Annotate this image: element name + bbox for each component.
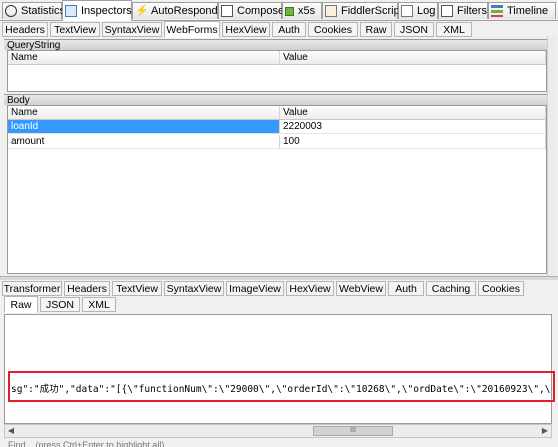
tab-autoresponder[interactable]: ⚡ AutoResponder	[132, 2, 227, 19]
stopwatch-icon	[5, 5, 17, 17]
script-icon	[325, 5, 337, 17]
tab-label: Composer	[237, 5, 288, 17]
column-header-name[interactable]: Name	[8, 106, 280, 120]
checkbox-icon	[441, 5, 453, 17]
timeline-icon	[491, 5, 503, 17]
tab-response-textview[interactable]: TextView	[112, 281, 162, 296]
tab-label: x5s	[298, 5, 316, 17]
inspector-top-tabs: Statistics Inspectors ⚡ AutoResponder Co…	[0, 0, 558, 21]
tab-request-webforms[interactable]: WebForms	[164, 21, 220, 38]
scroll-right-icon[interactable]: ▶	[539, 425, 551, 437]
tab-response-caching[interactable]: Caching	[426, 281, 476, 296]
tab-fiddlerscript[interactable]: FiddlerScript	[322, 2, 403, 19]
tab-label: Statistics	[21, 5, 66, 17]
tab-label: Log	[417, 5, 436, 17]
scroll-left-icon[interactable]: ◀	[5, 425, 17, 437]
tab-label: AutoResponder	[151, 5, 228, 17]
tab-composer[interactable]: Composer	[218, 2, 288, 19]
tab-response-imageview[interactable]: ImageView	[226, 281, 284, 296]
tab-log[interactable]: Log	[398, 2, 438, 19]
scroll-thumb[interactable]: III	[313, 426, 393, 436]
tab-x5s[interactable]: x5s	[282, 2, 322, 19]
quickfind-status: Find... (press Ctrl+Enter to highlight a…	[8, 440, 165, 447]
tab-response-xml[interactable]: XML	[82, 297, 116, 312]
tab-label: FiddlerScript	[341, 5, 403, 17]
table-cell-value[interactable]: 2220003	[280, 120, 546, 134]
tab-label: Timeline	[507, 5, 549, 17]
tab-label: Inspectors	[81, 5, 132, 17]
tab-request-syntaxview[interactable]: SyntaxView	[102, 22, 162, 37]
querystring-grid[interactable]: Name Value	[7, 50, 547, 92]
lightning-icon: ⚡	[135, 5, 149, 17]
tab-request-xml[interactable]: XML	[436, 22, 472, 37]
querystring-header: QueryString	[4, 39, 550, 51]
response-view-tabs-row2: Raw JSON XML	[0, 296, 558, 313]
tab-request-json[interactable]: JSON	[394, 22, 434, 37]
tab-response-hexview[interactable]: HexView	[286, 281, 334, 296]
pencil-icon	[221, 5, 233, 17]
table-cell-name[interactable]: loanId	[8, 120, 280, 134]
table-cell-name[interactable]: amount	[8, 135, 280, 149]
tab-request-auth[interactable]: Auth	[272, 22, 306, 37]
tab-response-syntaxview[interactable]: SyntaxView	[164, 281, 224, 296]
tab-response-transformer[interactable]: Transformer	[2, 281, 62, 296]
response-raw-body[interactable]: sg":"成功","data":"[{\"functionNum\":\"290…	[4, 314, 555, 424]
inspect-icon	[65, 5, 77, 17]
column-header-value[interactable]: Value	[280, 51, 546, 65]
horizontal-scrollbar[interactable]: ◀ III ▶	[4, 424, 552, 438]
column-header-name[interactable]: Name	[8, 51, 280, 65]
tab-statistics[interactable]: Statistics	[2, 2, 66, 19]
request-view-tabs: Headers TextView SyntaxView WebForms Hex…	[0, 21, 558, 38]
body-grid[interactable]: Name Value loanId 2220003 amount 100	[7, 105, 547, 274]
tab-request-textview[interactable]: TextView	[50, 22, 100, 37]
body-header: Body	[4, 94, 550, 106]
tab-request-headers[interactable]: Headers	[2, 22, 48, 37]
response-text[interactable]: sg":"成功","data":"[{\"functionNum\":\"290…	[11, 381, 551, 395]
tab-inspectors[interactable]: Inspectors	[62, 0, 132, 21]
response-view-tabs: Transformer Headers TextView SyntaxView …	[0, 280, 558, 297]
log-icon	[401, 5, 413, 17]
tab-filters[interactable]: Filters	[438, 2, 488, 19]
tab-response-cookies[interactable]: Cookies	[478, 281, 524, 296]
vertical-scrollbar[interactable]	[547, 36, 557, 276]
table-cell-value[interactable]: 100	[280, 135, 546, 149]
tab-label: Filters	[457, 5, 487, 17]
tab-response-headers[interactable]: Headers	[64, 281, 110, 296]
tab-response-json[interactable]: JSON	[40, 297, 80, 312]
tab-request-hexview[interactable]: HexView	[222, 22, 270, 37]
x5s-icon	[285, 6, 294, 16]
tab-response-auth[interactable]: Auth	[388, 281, 424, 296]
tab-request-raw[interactable]: Raw	[360, 22, 392, 37]
tab-request-cookies[interactable]: Cookies	[308, 22, 358, 37]
column-header-value[interactable]: Value	[280, 106, 546, 120]
tab-timeline[interactable]: Timeline	[488, 2, 556, 19]
tab-response-webview[interactable]: WebView	[336, 281, 386, 296]
tab-response-raw[interactable]: Raw	[4, 296, 38, 313]
